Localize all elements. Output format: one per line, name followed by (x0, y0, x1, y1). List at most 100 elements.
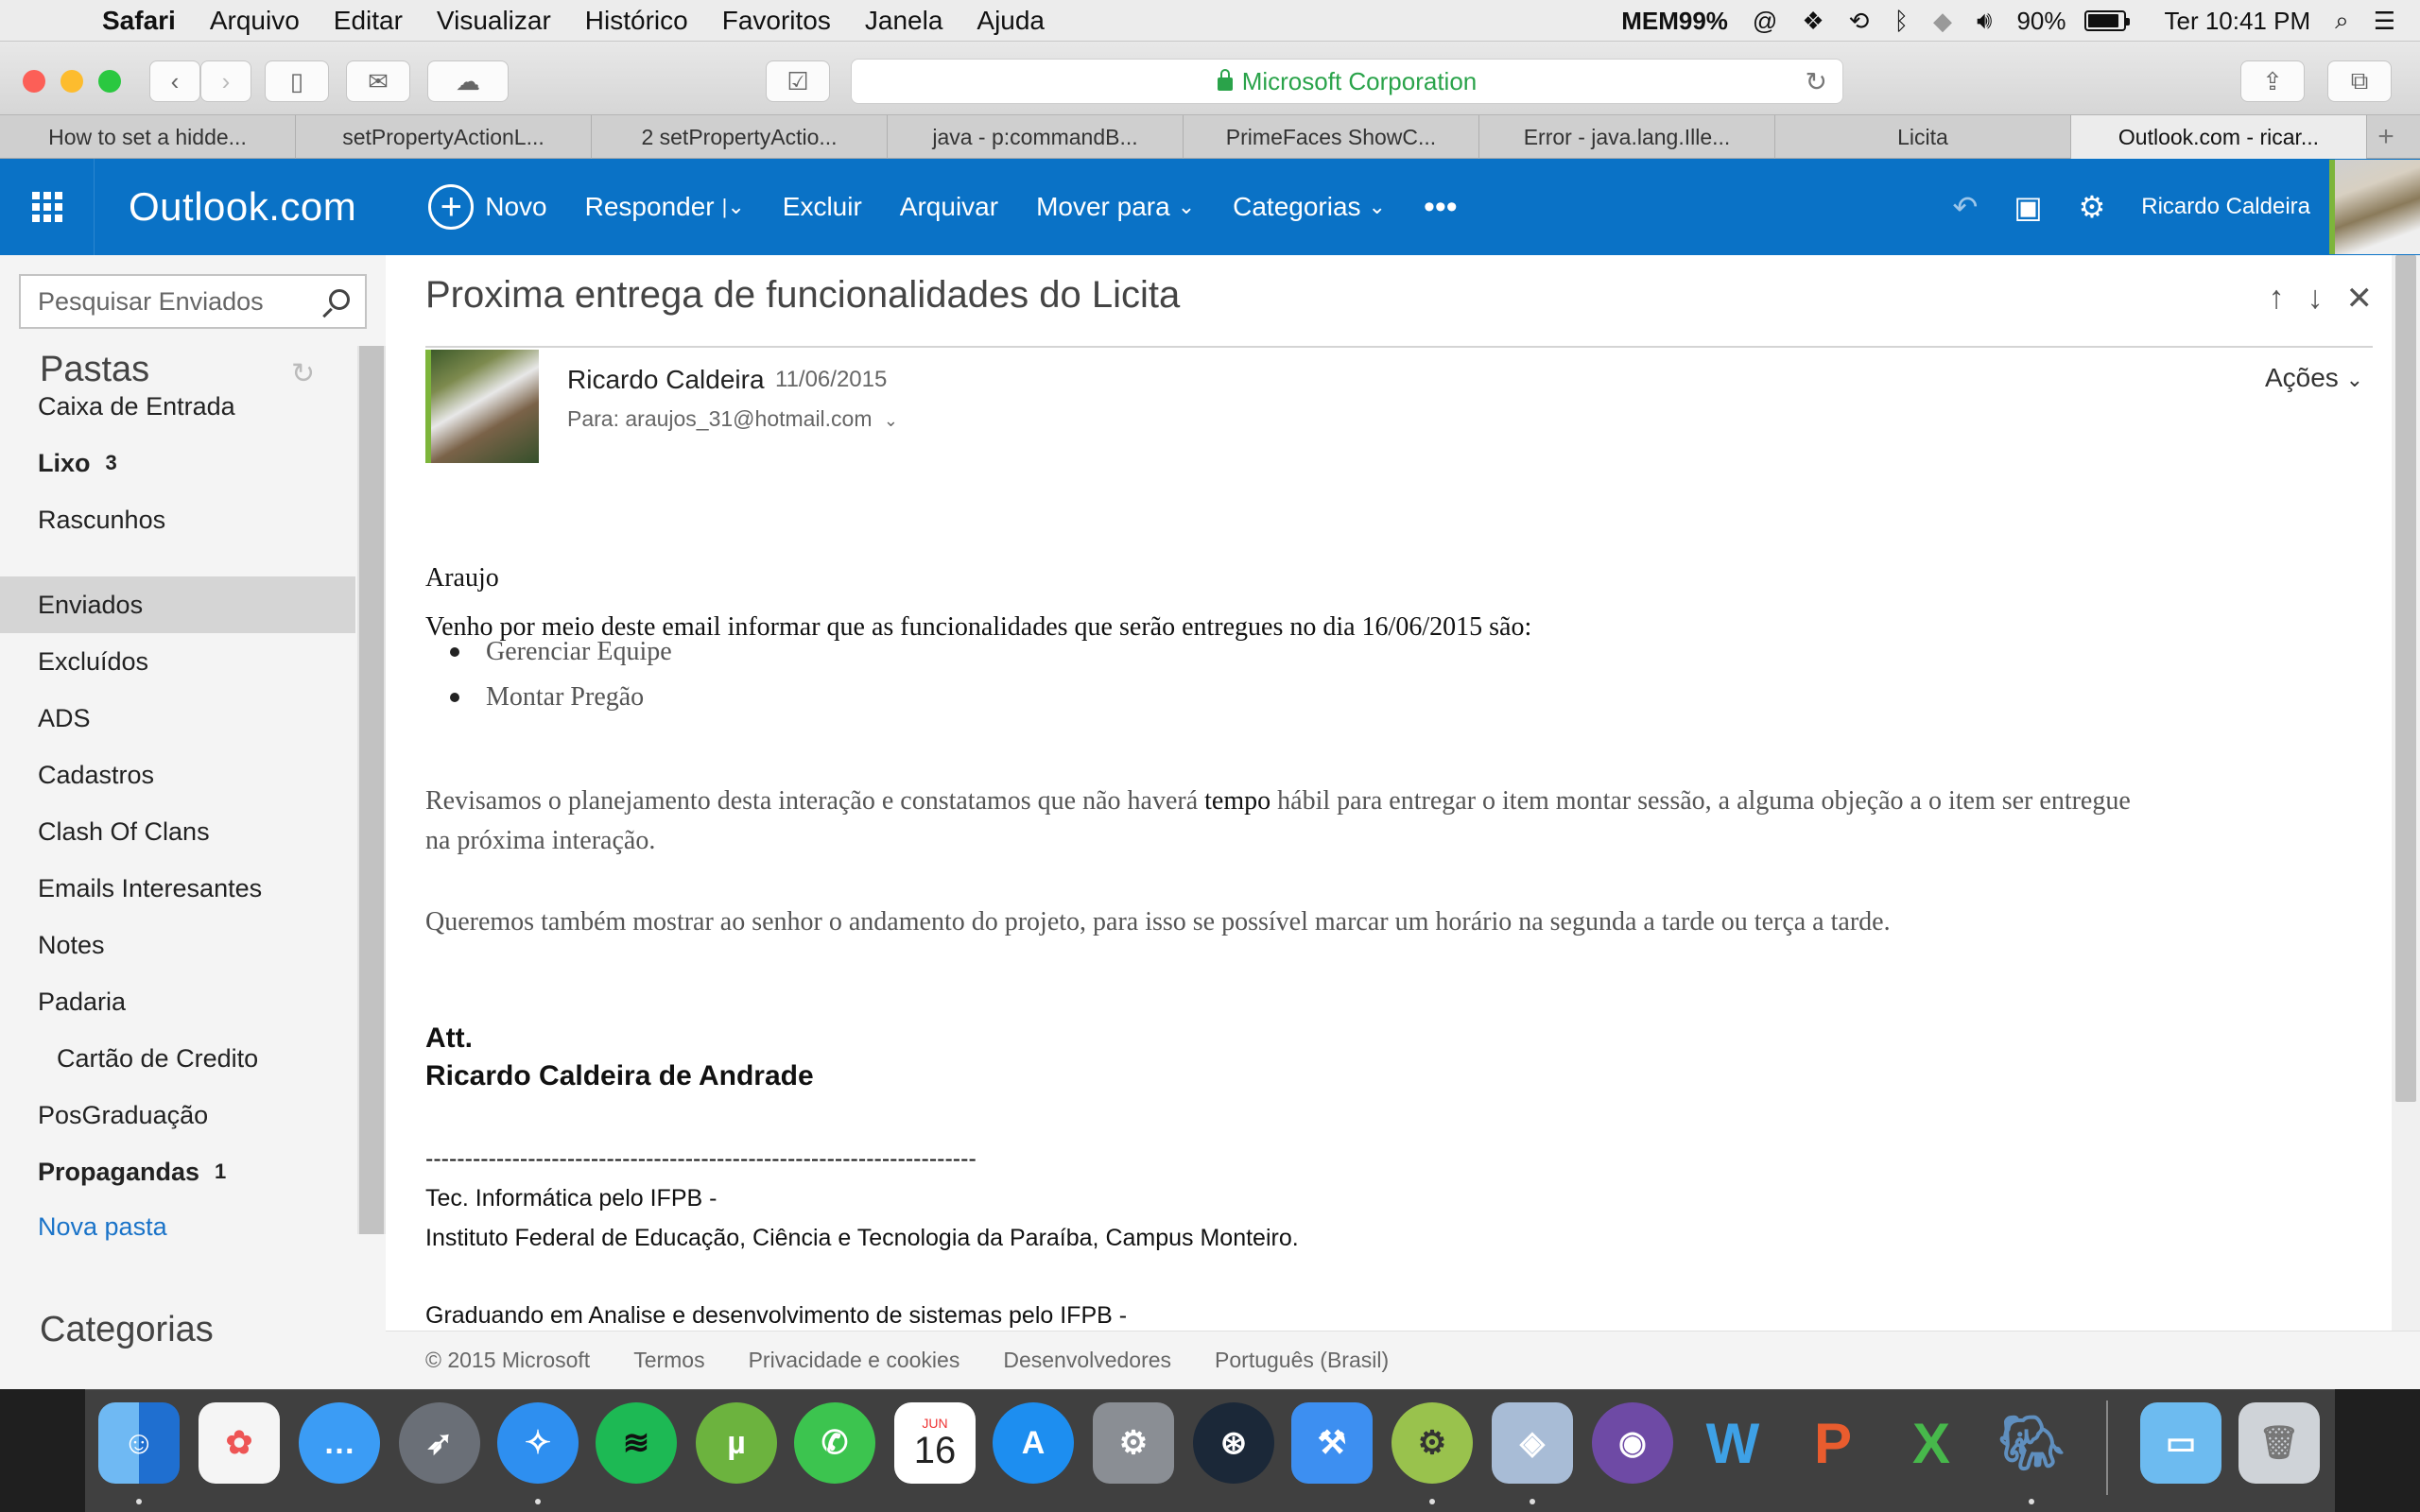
folder-cadastros[interactable]: Cadastros (0, 747, 355, 803)
folder-clash-of-clans[interactable]: Clash Of Clans (0, 803, 355, 860)
steam-icon[interactable]: ⊛ (1193, 1402, 1274, 1484)
folder-enviados[interactable]: Enviados (0, 576, 355, 633)
outlook-brand[interactable]: Outlook.com (129, 184, 356, 230)
folder-lixo[interactable]: Lixo 3 (0, 435, 355, 491)
menu-favoritos[interactable]: Favoritos (722, 6, 831, 36)
reading-list-button[interactable]: ☑ (766, 60, 830, 102)
folder-pane-scrollbar[interactable] (357, 346, 386, 1234)
tab-4[interactable]: java - p:commandB... (888, 115, 1184, 159)
notification-center-icon[interactable]: ☰ (2374, 7, 2395, 36)
safari-compass-icon[interactable]: ✧ (497, 1402, 579, 1484)
scrollbar-thumb[interactable] (2395, 255, 2416, 1102)
tab-7[interactable]: Licita (1775, 115, 2071, 159)
bluetooth-icon[interactable]: ᛒ (1893, 7, 1909, 36)
reload-icon[interactable]: ↻ (1806, 66, 1827, 97)
word-icon[interactable]: W (1692, 1402, 1773, 1484)
more-actions-ellipsis-icon[interactable]: ••• (1424, 189, 1458, 226)
minimize-window-button[interactable] (60, 70, 83, 93)
sender-name[interactable]: Ricardo Caldeira (567, 365, 765, 395)
tab-5[interactable]: PrimeFaces ShowC... (1184, 115, 1479, 159)
xcode-hammer-icon[interactable]: ⚒ (1291, 1402, 1373, 1484)
reading-pane-scrollbar[interactable] (2392, 255, 2420, 1332)
menu-visualizar[interactable]: Visualizar (437, 6, 551, 36)
back-button[interactable]: ‹ (149, 60, 200, 102)
spotify-icon[interactable]: ≋ (596, 1402, 677, 1484)
powerpoint-icon[interactable]: P (1792, 1402, 1874, 1484)
icloud-tabs-button[interactable]: ☁ (427, 60, 509, 102)
previous-message-arrow-up-icon[interactable]: ↑ (2269, 280, 2285, 318)
folder-notes[interactable]: Notes (0, 917, 355, 973)
volume-icon[interactable]: 🔊︎ (1977, 6, 1992, 36)
utorrent-icon[interactable]: µ (696, 1402, 777, 1484)
chat-icon[interactable]: ▣ (2014, 189, 2042, 225)
folder-propagandas[interactable]: Propagandas 1 (0, 1143, 355, 1200)
folder-emails-interesantes[interactable]: Emails Interesantes (0, 860, 355, 917)
tab-2[interactable]: setPropertyActionL... (296, 115, 592, 159)
github-octocat-icon[interactable]: ◉ (1592, 1402, 1673, 1484)
wifi-icon[interactable]: ◆ (1933, 7, 1952, 36)
tab-1[interactable]: How to set a hidde... (0, 115, 296, 159)
undo-icon[interactable]: ↶ (1953, 189, 1979, 225)
reply-button[interactable]: Responder |⌄ (585, 192, 745, 222)
move-to-button[interactable]: Mover para ⌄ (1036, 192, 1195, 222)
footer-privacy-link[interactable]: Privacidade e cookies (749, 1348, 960, 1373)
user-name[interactable]: Ricardo Caldeira (2141, 194, 2310, 220)
calendar-icon[interactable]: JUN 16 (894, 1402, 976, 1484)
folder-excluidos[interactable]: Excluídos (0, 633, 355, 690)
battery-icon[interactable] (2077, 10, 2131, 31)
messages-icon[interactable]: … (299, 1402, 380, 1484)
menu-app-name[interactable]: Safari (102, 6, 176, 36)
menu-arquivo[interactable]: Arquivo (210, 6, 300, 36)
show-all-tabs-button[interactable]: ⧉ (2327, 60, 2392, 102)
footer-developers-link[interactable]: Desenvolvedores (1003, 1348, 1171, 1373)
time-machine-icon[interactable]: ⟲ (1849, 7, 1870, 36)
search-icon[interactable] (329, 289, 350, 310)
categories-button[interactable]: Categorias ⌄ (1233, 192, 1386, 222)
scrollbar-thumb[interactable] (359, 346, 384, 1234)
share-mail-button[interactable]: ✉ (346, 60, 410, 102)
menu-editar[interactable]: Editar (334, 6, 403, 36)
zoom-window-button[interactable] (98, 70, 121, 93)
launchpad-rocket-icon[interactable]: ➶ (399, 1402, 480, 1484)
memory-indicator[interactable]: MEM 99% (1621, 9, 1728, 33)
excel-icon[interactable]: X (1891, 1402, 1972, 1484)
user-avatar[interactable] (2329, 160, 2420, 254)
next-message-arrow-down-icon[interactable]: ↓ (2308, 280, 2324, 318)
new-message-button[interactable]: + Novo (428, 184, 547, 230)
menu-janela[interactable]: Janela (865, 6, 943, 36)
sender-avatar[interactable] (425, 350, 539, 463)
recipient-line[interactable]: Para: araujos_31@hotmail.com ⌄ (567, 406, 898, 432)
gear-icon[interactable]: ⚙ (2079, 189, 2106, 225)
folder-icon[interactable]: ▭ (2140, 1402, 2221, 1484)
android-studio-icon[interactable]: ⚙ (1392, 1402, 1473, 1484)
new-tab-plus-icon[interactable]: + (2367, 115, 2405, 158)
chevron-down-icon[interactable]: |⌄ (722, 195, 745, 219)
postgresql-elephant-icon[interactable]: 🐘︎ (1991, 1402, 2072, 1484)
close-icon[interactable]: ✕ (2346, 280, 2374, 318)
trash-icon[interactable]: 🗑︎ (2238, 1402, 2320, 1484)
footer-terms-link[interactable]: Termos (633, 1348, 704, 1373)
search-input[interactable]: Pesquisar Enviados (19, 274, 367, 329)
menu-historico[interactable]: Histórico (585, 6, 688, 36)
new-folder-link[interactable]: Nova pasta (0, 1198, 355, 1255)
folder-posgraduacao[interactable]: PosGraduação (0, 1087, 355, 1143)
photos-icon[interactable]: ✿ (199, 1402, 280, 1484)
folder-cartao-de-credito[interactable]: Cartão de Credito (0, 1030, 355, 1087)
tab-8-active[interactable]: Outlook.com - ricar... (2071, 115, 2367, 159)
archive-button[interactable]: Arquivar (900, 192, 998, 222)
dropbox-icon[interactable]: ❖ (1802, 7, 1824, 36)
delete-button[interactable]: Excluir (783, 192, 862, 222)
system-preferences-gear-icon[interactable]: ⚙ (1093, 1402, 1174, 1484)
tab-6[interactable]: Error - java.lang.Ille... (1479, 115, 1775, 159)
folder-ads[interactable]: ADS (0, 690, 355, 747)
app-store-icon[interactable]: A (993, 1402, 1074, 1484)
folder-padaria[interactable]: Padaria (0, 973, 355, 1030)
forward-button[interactable]: › (200, 60, 251, 102)
expand-recipients-chevron-icon[interactable]: ⌄ (884, 411, 898, 430)
actions-menu[interactable]: Ações ⌄ (2265, 363, 2363, 393)
sidebar-toggle-button[interactable]: ▯ (265, 60, 329, 102)
footer-language-link[interactable]: Português (Brasil) (1215, 1348, 1389, 1373)
facetime-phone-icon[interactable]: ✆ (794, 1402, 875, 1484)
folder-rascunhos[interactable]: Rascunhos (0, 491, 355, 548)
clock[interactable]: Ter 10:41 PM (2164, 7, 2310, 36)
